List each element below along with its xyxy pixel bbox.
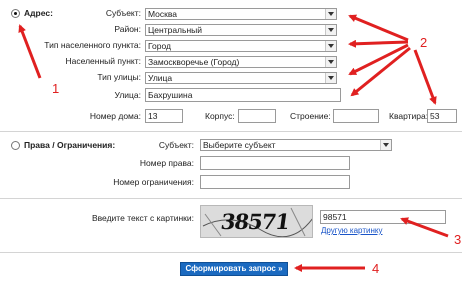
annotation-arrows: [18, 14, 449, 272]
annotation-number-1: 1: [52, 81, 60, 96]
annotation-number-3: 3: [454, 232, 462, 247]
annotation-number-2: 2: [420, 35, 428, 50]
annotation-number-4: 4: [372, 261, 380, 276]
